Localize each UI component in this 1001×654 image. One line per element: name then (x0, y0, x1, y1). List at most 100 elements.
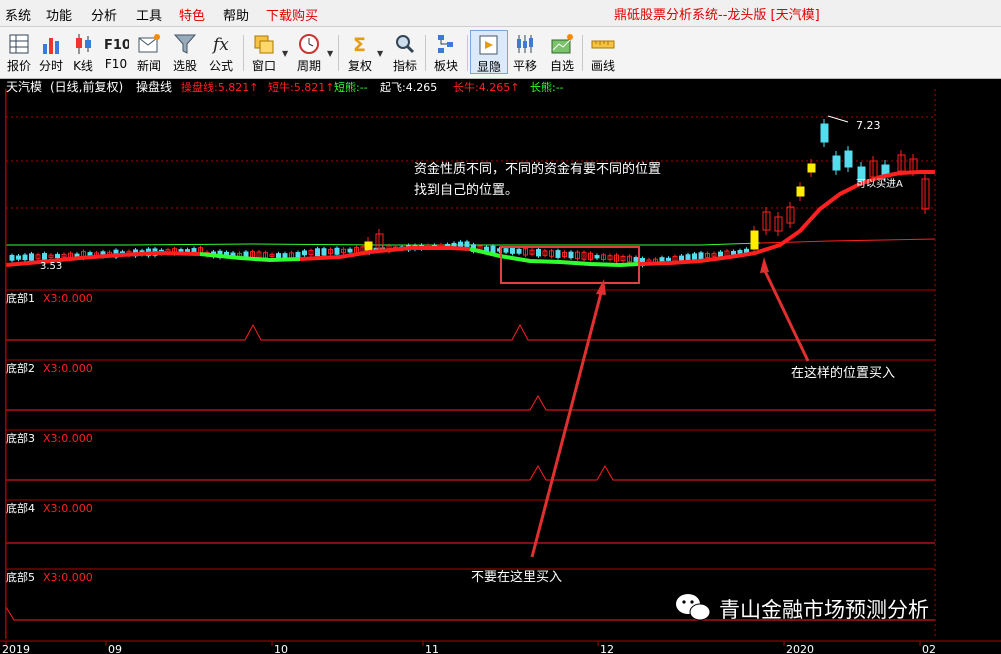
clock-icon (299, 34, 319, 54)
sigma-icon: Σ (353, 34, 366, 56)
candle (29, 253, 34, 261)
menu-tools[interactable]: 工具 (136, 5, 162, 24)
period-label: 周期 (296, 59, 321, 73)
magnifier-icon (396, 35, 415, 54)
chart-area[interactable]: 天汽模 (日线,前复权) 操盘线 操盘线:5.821↑ 短牛:5.821↑ 短熊… (0, 79, 1001, 654)
candle (594, 255, 600, 259)
menu-special[interactable]: 特色 (179, 5, 205, 24)
subchart-value: X3:0.000 (43, 502, 93, 515)
formula-label: 公式 (208, 59, 233, 73)
x-tick-label: 2020 (786, 643, 814, 654)
menu-system[interactable]: 系统 (5, 5, 31, 24)
candle (22, 254, 28, 261)
svg-text:F10: F10 (104, 38, 129, 53)
news-label: 新闻 (136, 59, 161, 73)
arrow-head-buy (760, 257, 769, 273)
candle (55, 253, 60, 259)
toolbar-separator (243, 35, 244, 71)
formula-icon: fx (211, 35, 229, 55)
candle-highlight (364, 241, 373, 251)
period-button[interactable]: 周期 (290, 30, 328, 74)
favorites-label: 自选 (549, 59, 574, 73)
subchart-1: 底部1 X3:0.000 (6, 291, 935, 361)
candle (510, 247, 515, 254)
candle (302, 250, 307, 256)
indicator-label: 指标 (392, 59, 417, 73)
stock-chart-canvas[interactable]: 天汽模 (日线,前复权) 操盘线 操盘线:5.821↑ 短牛:5.821↑ 短熊… (0, 79, 1001, 654)
candle (315, 248, 320, 257)
wechat-icon (676, 594, 711, 621)
dont-buy-label: 不要在这里买入 (471, 569, 562, 585)
candle-highlight (796, 186, 805, 197)
chevron-down-icon[interactable]: ▼ (282, 49, 288, 58)
candle (568, 251, 574, 259)
ruler-icon (591, 40, 615, 49)
subchart-4: 底部4 X3:0.000 (6, 501, 935, 570)
favorites-button[interactable]: 自选 (543, 30, 581, 74)
menu-help[interactable]: 帮助 (223, 5, 249, 24)
subchart-value: X3:0.000 (43, 362, 93, 375)
value-long-bear: 长熊:-- (530, 80, 564, 94)
svg-text:fx: fx (211, 35, 229, 55)
window-button[interactable]: 窗口 (245, 30, 283, 74)
operation-line-red-1 (5, 250, 201, 267)
sector-button[interactable]: 板块 (427, 30, 465, 74)
indicator-button[interactable]: 指标 (386, 30, 424, 74)
subchart-name: 底部3 (6, 431, 35, 445)
stock-name: 天汽模 (6, 79, 42, 94)
x-tick-label: 10 (274, 643, 288, 654)
show-hide-button[interactable]: 显隐 (470, 30, 508, 74)
candle (685, 254, 691, 261)
arrow-buy-here (763, 270, 810, 362)
candle (347, 248, 353, 253)
x-axis-ticks: 2019 09 10 11 12 2020 02 (2, 641, 936, 654)
x-tick-label: 09 (108, 643, 122, 654)
adjust-button[interactable]: Σ 复权 (341, 30, 379, 74)
chevron-down-icon[interactable]: ▼ (327, 49, 333, 58)
grid-icon (9, 34, 29, 54)
chevron-down-icon[interactable]: ▼ (377, 49, 383, 58)
high-price-label: 7.23 (856, 119, 881, 132)
candle (718, 251, 723, 257)
draw-line-button[interactable]: 画线 (584, 30, 622, 74)
buy-signal-tag: 可以买进A (856, 178, 903, 190)
chart-period: (日线,前复权) (50, 79, 123, 94)
adjust-label: 复权 (347, 59, 372, 73)
value-takeoff: 起飞:4.265 (380, 81, 437, 94)
news-button[interactable]: 新闻 (130, 30, 168, 74)
menu-function[interactable]: 功能 (46, 5, 72, 24)
candle (666, 257, 671, 261)
candle (679, 255, 684, 261)
candle-highlight (807, 163, 816, 173)
toolbar-separator (425, 35, 426, 71)
candle (555, 250, 561, 258)
pan-button[interactable]: 平移 (506, 30, 544, 74)
indicator-name: 操盘线 (136, 79, 172, 94)
candle-highlight (820, 123, 829, 143)
x-tick-label: 11 (425, 643, 439, 654)
menu-analysis[interactable]: 分析 (91, 5, 117, 24)
x-tick-label: 12 (600, 643, 614, 654)
candle (484, 246, 489, 252)
candle (536, 248, 541, 257)
candle (321, 248, 327, 256)
svg-text:Σ: Σ (353, 34, 366, 56)
value-short-bull: 短牛:5.821↑ (268, 80, 334, 94)
draw-line-label: 画线 (590, 59, 615, 73)
value-short-bear: 短熊:-- (334, 80, 368, 94)
candle (503, 248, 509, 253)
value-operation-line: 操盘线:5.821↑ (181, 80, 258, 94)
candlestick-icon (76, 34, 91, 54)
subchart-3: 底部3 X3:0.000 (6, 431, 935, 501)
sector-label: 板块 (433, 59, 458, 73)
note-line-2: 找到自己的位置。 (414, 182, 518, 198)
candle (74, 253, 80, 257)
show-hide-icon (479, 35, 498, 55)
menu-download-buy[interactable]: 下载购买 (266, 5, 318, 24)
candle-highlight (844, 150, 853, 168)
subchart-name: 底部1 (6, 291, 35, 305)
screener-button[interactable]: 选股 (166, 30, 204, 74)
subchart-value: X3:0.000 (43, 292, 93, 305)
arrow-dont-buy (530, 292, 603, 558)
formula-button[interactable]: fx 公式 (202, 30, 240, 74)
